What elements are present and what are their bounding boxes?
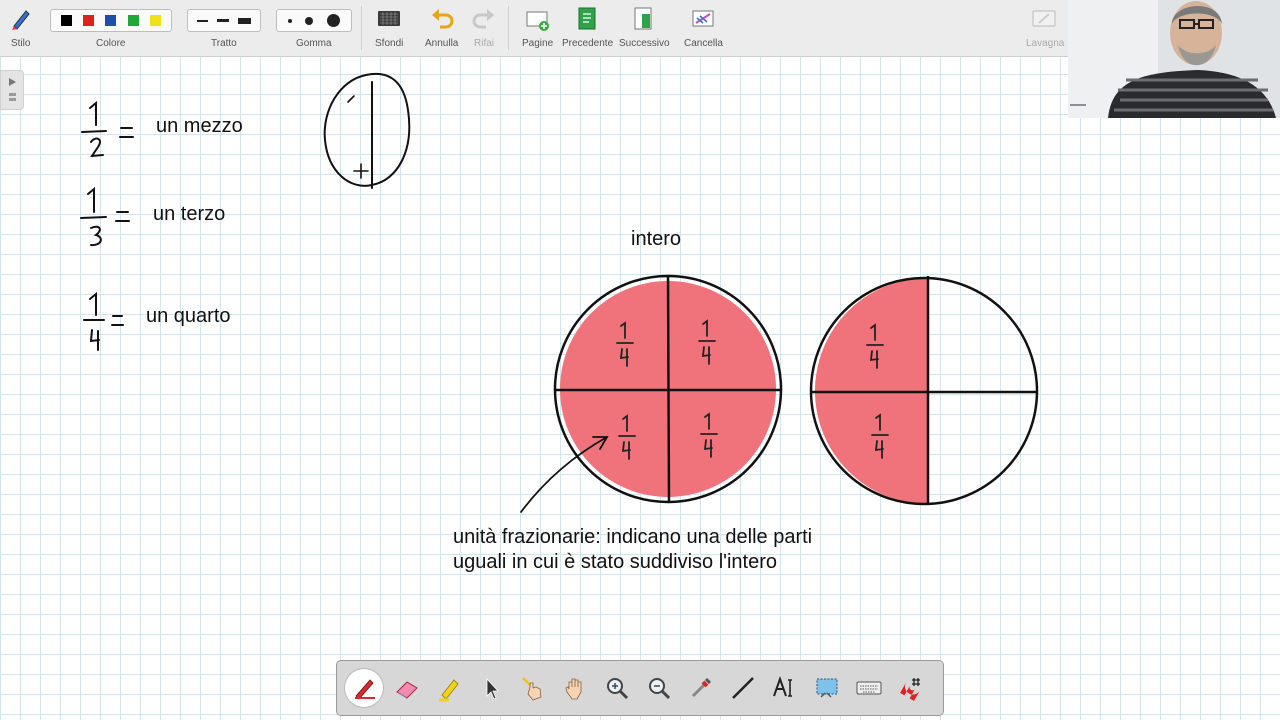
lavagna-label: Lavagna <box>1026 38 1065 49</box>
eraser-icon <box>396 681 418 699</box>
caption-line-1: unità frazionarie: indicano una delle pa… <box>453 526 813 548</box>
caption-line-2: uguali in cui è stato suddiviso l'intero <box>453 551 778 573</box>
whiteboard-app: Stilo Colore Tratto Gomma Sfondi Annulla… <box>0 0 1280 720</box>
toolbar-divider <box>361 6 362 50</box>
text-icon <box>773 675 792 697</box>
color-black-swatch[interactable] <box>60 15 72 26</box>
successivo-button[interactable]: Successivo <box>616 0 670 57</box>
highlighter-tool-button[interactable] <box>430 669 468 707</box>
keyboard-tool-button[interactable] <box>850 669 888 707</box>
hand-icon <box>565 678 582 700</box>
stroke-thick[interactable] <box>238 17 252 24</box>
top-toolbar: Stilo Colore Tratto Gomma Sfondi Annulla… <box>0 0 1068 57</box>
gomma-label: Gomma <box>296 38 332 49</box>
add-page-icon <box>526 11 549 31</box>
side-panel-toggle[interactable] <box>0 70 24 110</box>
screenshot-icon <box>816 678 838 698</box>
rifai-button[interactable]: Rifai <box>466 0 502 57</box>
redo-icon <box>472 9 494 29</box>
whiteboard-icon <box>1032 10 1056 27</box>
pen-icon <box>12 10 30 30</box>
pagine-button[interactable]: Pagine <box>516 0 558 57</box>
stilo-label: Stilo <box>11 38 31 49</box>
zoom-out-icon <box>649 678 671 700</box>
precedente-button[interactable]: Precedente <box>560 0 614 57</box>
eraser-large[interactable] <box>327 14 341 27</box>
keyboard-icon <box>856 681 882 695</box>
lavagna-button[interactable]: Lavagna <box>1022 0 1066 57</box>
successivo-label: Successivo <box>619 38 670 49</box>
stroke-widths <box>187 9 261 32</box>
webcam-overlay <box>1068 0 1280 118</box>
toolbar-divider <box>508 6 509 50</box>
pipette-tool-button[interactable] <box>682 669 720 707</box>
stroke-thin[interactable] <box>196 19 208 22</box>
zoom-out-tool-button[interactable] <box>640 669 678 707</box>
screenshot-tool-button[interactable] <box>808 669 846 707</box>
color-red-swatch[interactable] <box>83 15 95 26</box>
laser-pointer-tool-button[interactable] <box>514 669 552 707</box>
undo-icon <box>432 9 454 29</box>
bottom-toolbar <box>336 660 944 716</box>
label-un-terzo: un terzo <box>153 203 226 225</box>
eraser-small[interactable] <box>287 18 292 23</box>
cancella-label: Cancella <box>684 38 723 49</box>
grid-canvas[interactable] <box>0 57 1280 720</box>
color-swatches <box>50 9 172 32</box>
cancella-button[interactable]: Cancella <box>680 0 726 57</box>
color-blue-swatch[interactable] <box>105 15 117 26</box>
eraser-medium[interactable] <box>305 16 314 25</box>
magnet-grid-icon <box>900 678 920 701</box>
color-green-swatch[interactable] <box>127 15 139 26</box>
precedente-label: Precedente <box>562 38 614 49</box>
pen-tool-button[interactable] <box>345 669 383 707</box>
highlighter-icon <box>439 679 459 702</box>
colore-label: Colore <box>96 38 126 49</box>
rifai-label: Rifai <box>474 38 495 49</box>
previous-page-icon <box>578 7 596 30</box>
laser-hand-icon <box>522 677 542 701</box>
label-un-mezzo: un mezzo <box>156 115 243 137</box>
clear-page-icon <box>692 10 714 27</box>
sfondi-button[interactable]: Sfondi <box>366 0 412 57</box>
expand-arrow-icon <box>9 78 16 101</box>
eraser-sizes <box>276 9 352 32</box>
grid-magnet-tool-button[interactable] <box>892 669 930 707</box>
pagine-label: Pagine <box>522 38 554 49</box>
label-un-quarto: un quarto <box>146 305 231 327</box>
gomma-button[interactable]: Gomma <box>276 0 352 57</box>
tratto-label: Tratto <box>211 38 237 49</box>
line-tool-button[interactable] <box>724 669 762 707</box>
pan-tool-button[interactable] <box>556 669 594 707</box>
colore-button[interactable]: Colore <box>48 0 174 57</box>
color-yellow-swatch[interactable] <box>150 15 162 26</box>
text-tool-button[interactable] <box>766 669 804 707</box>
sfondi-label: Sfondi <box>375 38 404 49</box>
stroke-medium[interactable] <box>216 19 229 22</box>
annulla-button[interactable]: Annulla <box>420 0 464 57</box>
tratto-button[interactable]: Tratto <box>186 0 262 57</box>
stilo-button[interactable]: Stilo <box>0 0 42 57</box>
annulla-label: Annulla <box>425 38 459 49</box>
label-intero: intero <box>631 228 682 250</box>
zoom-in-tool-button[interactable] <box>598 669 636 707</box>
pipette-icon <box>691 677 712 698</box>
background-icon <box>378 11 400 26</box>
pen-icon <box>355 679 375 700</box>
zoom-in-icon <box>607 678 629 700</box>
next-page-icon <box>634 7 652 30</box>
presenter-video <box>1068 0 1280 118</box>
eraser-tool-button[interactable] <box>388 669 426 707</box>
pointer-tool-button[interactable] <box>472 669 510 707</box>
line-icon <box>732 677 754 699</box>
cursor-arrow-icon <box>486 677 499 700</box>
